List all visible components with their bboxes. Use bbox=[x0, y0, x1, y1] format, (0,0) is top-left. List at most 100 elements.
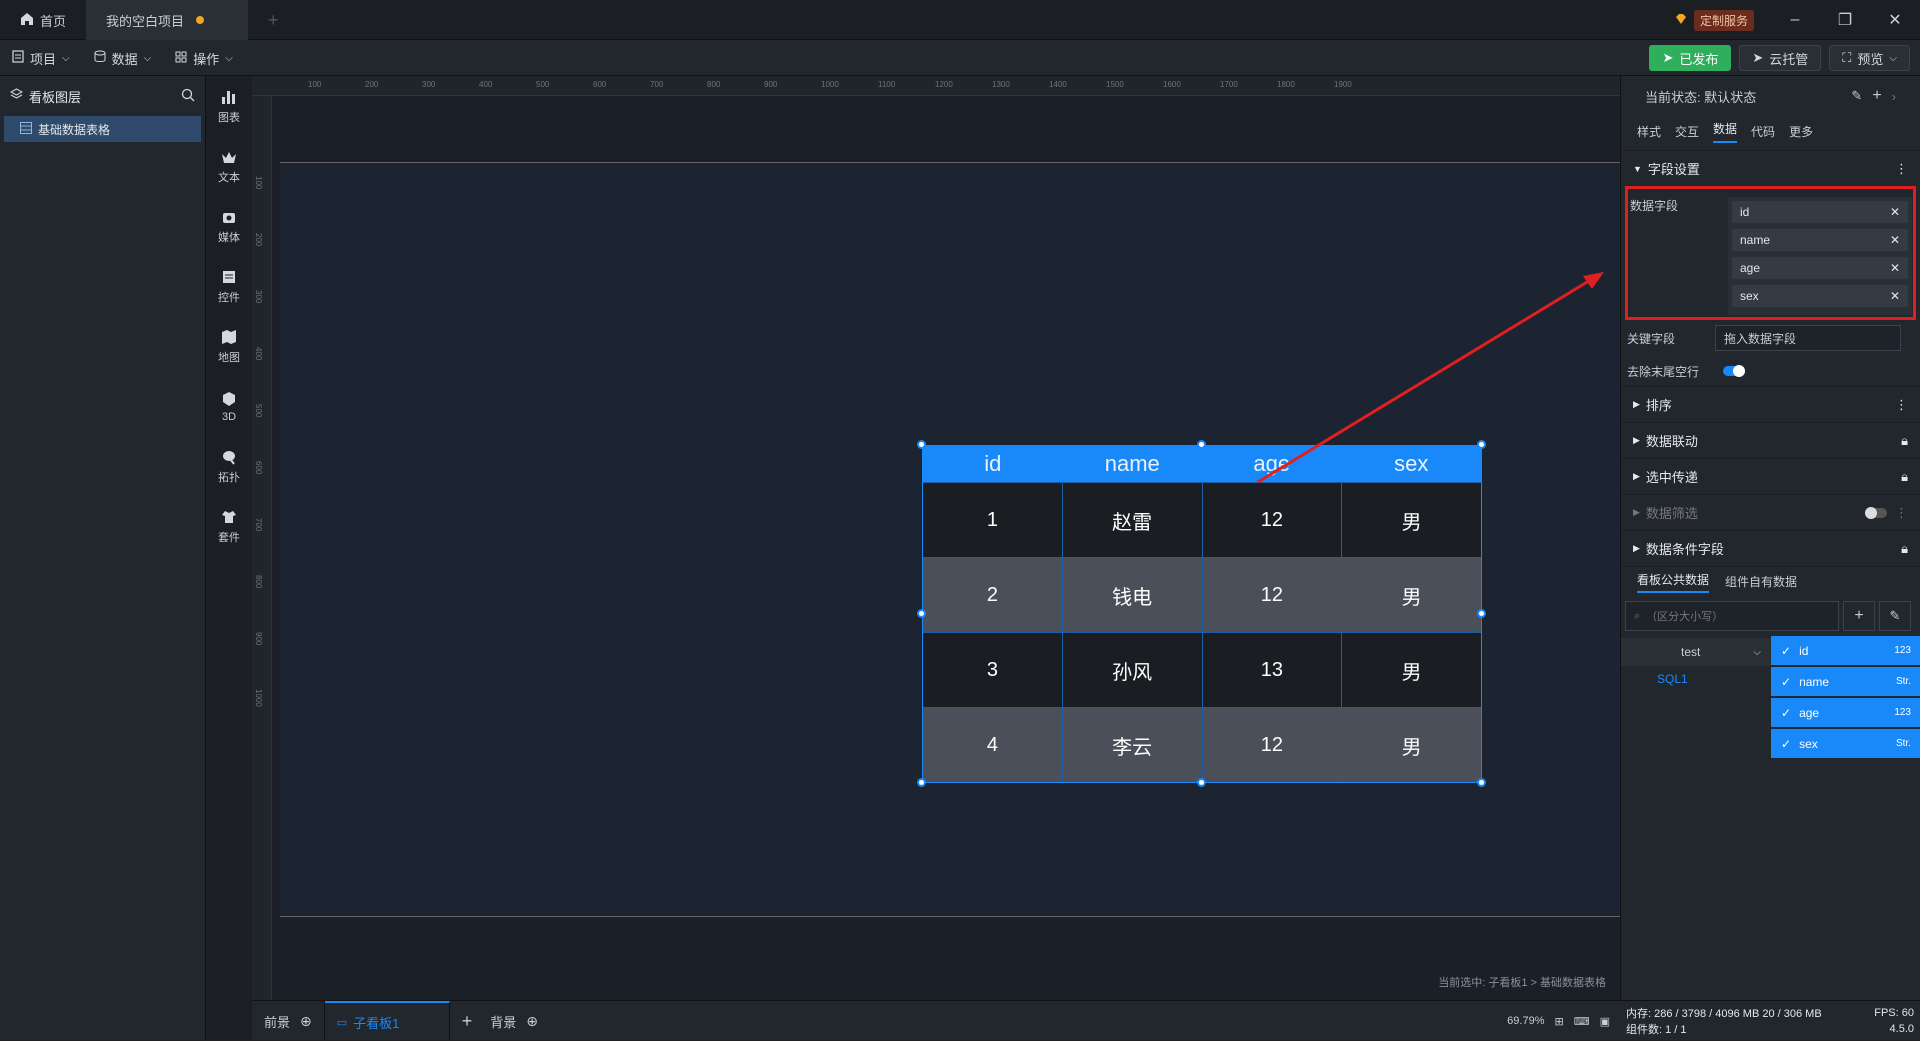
section-linkage[interactable]: ▶ 数据联动 🔒︎ bbox=[1621, 422, 1920, 458]
field-chip[interactable]: name ✕ bbox=[1732, 229, 1908, 251]
chevron-down-icon: ⌵ bbox=[1889, 52, 1897, 64]
properties-tabs: 样式 交互 数据 代码 更多 bbox=[1621, 116, 1920, 146]
field-settings-label: 字段设置 bbox=[1647, 162, 1700, 177]
close-icon[interactable]: ✕ bbox=[1890, 261, 1900, 275]
menu-data[interactable]: 数据 ⌵ bbox=[82, 40, 164, 76]
column-name: age bbox=[1799, 705, 1820, 720]
tab-more[interactable]: 更多 bbox=[1789, 123, 1813, 140]
chevron-right-icon[interactable]: › bbox=[1892, 89, 1896, 104]
tab-background[interactable]: 背景 ⊕ bbox=[484, 1001, 544, 1041]
search-placeholder: （区分大小写） bbox=[1646, 611, 1724, 623]
terminal-icon[interactable]: ▣ bbox=[1600, 1015, 1610, 1028]
layer-item[interactable]: 基础数据表格 bbox=[4, 116, 201, 142]
filter-toggle[interactable] bbox=[1865, 506, 1887, 519]
iconbar-media[interactable]: 媒体 bbox=[206, 196, 252, 256]
key-field-input[interactable]: 拖入数据字段 bbox=[1715, 325, 1901, 351]
layer-tabs-bar: 前景 ⊕ ▭ 子看板1 + 背景 ⊕ 69.79% ⊞ ⌨ ▣ bbox=[252, 1000, 1620, 1041]
check-icon: ✓ bbox=[1781, 736, 1792, 751]
edit-icon[interactable]: ✎ bbox=[1851, 88, 1862, 104]
close-icon[interactable]: ✕ bbox=[1890, 289, 1900, 303]
publish-button[interactable]: ➤ 已发布 bbox=[1649, 45, 1732, 71]
tab-public-data[interactable]: 看板公共数据 bbox=[1637, 571, 1710, 593]
publish-label: 已发布 bbox=[1679, 51, 1719, 67]
add-circle-icon[interactable]: ⊕ bbox=[300, 1013, 312, 1030]
tab-own-data[interactable]: 组件自有数据 bbox=[1725, 573, 1797, 590]
add-icon[interactable]: + bbox=[1872, 87, 1881, 105]
preview-button[interactable]: ⛶ 预览 ⌵ bbox=[1829, 45, 1910, 71]
more-vert-icon[interactable]: ⋮ bbox=[1895, 397, 1908, 413]
search-icon[interactable] bbox=[181, 88, 195, 105]
data-fields-list: id ✕ name ✕ age ✕ sex ✕ bbox=[1728, 197, 1912, 315]
field-chip[interactable]: age ✕ bbox=[1732, 257, 1908, 279]
canvas-area[interactable]: 100 200 300 400 500 600 700 800 900 1000 1100 1200 1… bbox=[252, 76, 1620, 1000]
tab-home[interactable]: 首页 bbox=[0, 0, 86, 40]
caret-down-icon: ▼ bbox=[1633, 163, 1642, 174]
iconbar-topology[interactable]: 拓扑 bbox=[206, 436, 252, 496]
zoom-level[interactable]: 69.79% bbox=[1507, 1015, 1544, 1027]
field-chip[interactable]: sex ✕ bbox=[1732, 285, 1908, 307]
file-icon bbox=[12, 50, 24, 66]
trim-toggle[interactable] bbox=[1723, 365, 1746, 377]
more-vert-icon[interactable]: ⋮ bbox=[1895, 161, 1908, 177]
tab-style[interactable]: 样式 bbox=[1637, 123, 1661, 140]
more-vert-icon[interactable]: ⋮ bbox=[1895, 505, 1908, 521]
field-chip[interactable]: id ✕ bbox=[1732, 201, 1908, 223]
cloud-host-button[interactable]: ➤ 云托管 bbox=[1739, 45, 1822, 71]
fit-screen-icon[interactable]: ⊞ bbox=[1554, 1015, 1563, 1028]
iconbar-widget[interactable]: 控件 bbox=[206, 256, 252, 316]
tab-data[interactable]: 数据 bbox=[1713, 120, 1738, 143]
iconbar-3d[interactable]: 3D bbox=[206, 376, 252, 436]
close-button[interactable]: ✕ bbox=[1870, 0, 1920, 40]
database-icon bbox=[94, 50, 106, 66]
column-item[interactable]: ✓ sex Str. bbox=[1771, 729, 1920, 758]
section-condition-fields[interactable]: ▶ 数据条件字段 🔒︎ bbox=[1621, 530, 1920, 566]
cloud-host-label: 云托管 bbox=[1769, 51, 1809, 67]
section-filter[interactable]: ▶ 数据筛选 ⋮ bbox=[1621, 494, 1920, 530]
tab-project[interactable]: 我的空白项目 bbox=[86, 0, 249, 40]
iconbar-text[interactable]: 文本 bbox=[206, 136, 252, 196]
iconbar-map[interactable]: 地图 bbox=[206, 316, 252, 376]
field-settings-header[interactable]: ▼ 字段设置 ⋮ bbox=[1621, 150, 1920, 186]
layers-icon bbox=[9, 88, 24, 104]
home-icon bbox=[20, 12, 34, 29]
widget-icon bbox=[223, 270, 235, 283]
tab-interaction[interactable]: 交互 bbox=[1675, 123, 1699, 140]
edit-dataset-button[interactable]: ✎ bbox=[1879, 601, 1911, 631]
close-icon[interactable]: ✕ bbox=[1890, 205, 1900, 219]
iconbar-label: 媒体 bbox=[218, 231, 240, 244]
add-circle-icon[interactable]: ⊕ bbox=[526, 1013, 538, 1030]
section-selection-pass[interactable]: ▶ 选中传递 🔒︎ bbox=[1621, 458, 1920, 494]
data-fields-label: 数据字段 bbox=[1630, 199, 1679, 213]
tab-code[interactable]: 代码 bbox=[1751, 123, 1775, 140]
preview-label: 预览 bbox=[1857, 51, 1884, 67]
send-icon: ➤ bbox=[1662, 50, 1674, 65]
tab-sub-board[interactable]: ▭ 子看板1 bbox=[324, 1001, 450, 1041]
new-tab-button[interactable]: + bbox=[248, 0, 299, 40]
column-type: Str. bbox=[1895, 738, 1911, 749]
restore-button[interactable]: ❐ bbox=[1820, 0, 1870, 40]
menu-project[interactable]: 项目 ⌵ bbox=[0, 40, 82, 76]
minimize-button[interactable]: – bbox=[1770, 0, 1820, 40]
current-state-label: 当前状态: 默认状态 bbox=[1645, 89, 1757, 105]
close-icon[interactable]: ✕ bbox=[1890, 233, 1900, 247]
properties-panel: 当前状态: 默认状态 ✎ + › 样式 交互 数据 代码 更多 ▼ 字段设置 ⋮ … bbox=[1620, 76, 1920, 1000]
keyboard-icon[interactable]: ⌨ bbox=[1574, 1015, 1590, 1028]
column-item[interactable]: ✓ age 123 bbox=[1771, 698, 1920, 727]
source-sql[interactable]: SQL1 bbox=[1657, 672, 1688, 686]
custom-service-badge[interactable]: 定制服务 bbox=[1693, 9, 1754, 31]
field-chip-label: sex bbox=[1740, 289, 1759, 303]
iconbar-kit[interactable]: 套件 bbox=[206, 496, 252, 556]
dataset-search-input[interactable]: ⌕ （区分大小写） bbox=[1625, 601, 1839, 631]
iconbar-label: 3D bbox=[221, 410, 237, 423]
column-item[interactable]: ✓ id 123 bbox=[1771, 636, 1920, 665]
add-dataset-button[interactable]: + bbox=[1843, 601, 1875, 631]
add-board-button[interactable]: + bbox=[450, 1001, 485, 1041]
column-item[interactable]: ✓ name Str. bbox=[1771, 667, 1920, 696]
column-name: id bbox=[1799, 643, 1809, 658]
dataset-select[interactable]: test ⌵ bbox=[1621, 638, 1771, 666]
tab-foreground[interactable]: 前景 ⊕ bbox=[252, 1001, 325, 1041]
iconbar-chart[interactable]: 图表 bbox=[206, 76, 252, 136]
map-icon bbox=[222, 329, 236, 344]
menu-ops[interactable]: 操作 ⌵ bbox=[163, 40, 245, 76]
section-sort[interactable]: ▶ 排序 ⋮ bbox=[1621, 386, 1920, 422]
